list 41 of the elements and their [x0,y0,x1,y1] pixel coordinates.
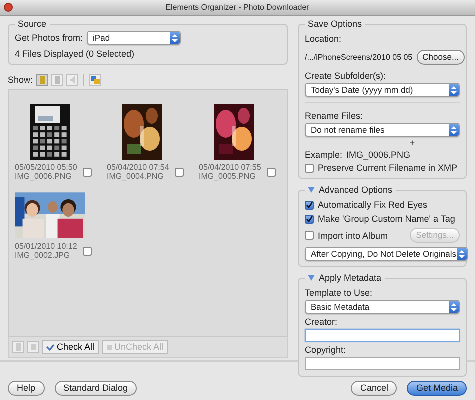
status-text: 4 Files Displayed (0 Selected) [15,49,136,59]
field-label: Template to Use: [305,288,374,298]
check-all-button[interactable]: Check All [42,340,99,354]
field-label: Rename Files: [305,111,364,121]
field-label: Create Subfolder(s): [305,71,388,81]
choose-button[interactable]: Choose... [416,50,466,65]
photo-date: 05/01/2010 10:12 [15,242,78,251]
checkbox-label: Preserve Current Filename in XMP [318,163,458,173]
standard-dialog-button[interactable]: Standard Dialog [54,380,138,396]
checkbox-label: Import into Album [318,230,388,240]
section-title: Save Options [307,19,364,29]
checkbox-label: Automatically Fix Red Eyes [318,200,428,210]
photo-date: 05/04/2010 07:54 [107,163,170,172]
cancel-button[interactable]: Cancel [351,380,398,396]
section-title: Apply Metadata [319,273,382,283]
photo-date: 05/04/2010 07:55 [199,163,262,172]
section-title: Source [17,19,48,29]
section-title: Advanced Options [319,185,393,195]
get-media-button[interactable]: Get Media [407,380,467,396]
example-label: Example: [305,150,343,160]
source-dropdown[interactable]: iPad [87,31,181,45]
example-filename: IMG_0006.PNG [346,150,411,160]
photo-filename: IMG_0006.PNG [15,172,73,181]
location-path: /.../iPhoneScreens/2010 05 05 [305,53,413,62]
photo-filename: IMG_0005.PNG [199,172,257,181]
template-dropdown[interactable]: Basic Metadata [305,300,460,314]
photo-date: 05/05/2010 05:50 [15,163,78,172]
photo-filename: IMG_0004.PNG [107,172,165,181]
field-label: Location: [305,34,343,44]
photo-filename: IMG_0002.JPG [15,251,72,260]
field-label: Get Photos from: [15,33,84,43]
help-button[interactable]: Help [8,380,45,396]
show-label: Show: [8,75,34,85]
field-label: Copyright: [305,345,348,355]
field-label: Creator: [305,317,339,327]
rename-dropdown[interactable]: Do not rename files [305,123,460,137]
after-copying-dropdown[interactable]: After Copying, Do Not Delete Originals [305,247,468,261]
subfolder-dropdown[interactable]: Today's Date (yyyy mm dd) [305,83,460,97]
add-symbol[interactable]: + [410,138,416,148]
window-title: Elements Organizer - Photo Downloader [166,3,310,12]
checkbox-label: Make 'Group Custom Name' a Tag [318,214,456,224]
